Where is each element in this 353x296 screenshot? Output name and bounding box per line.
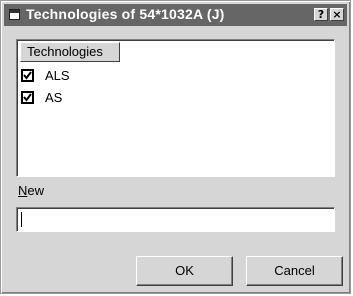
- help-button[interactable]: ?: [314, 8, 328, 21]
- checkmark-icon: [23, 71, 32, 80]
- ok-button[interactable]: OK: [136, 256, 233, 286]
- close-button[interactable]: ×: [330, 8, 344, 21]
- new-label-rest: ew: [27, 183, 45, 198]
- title-bar[interactable]: Technologies of 54*1032A (J) ? ×: [4, 4, 347, 26]
- list-item-als[interactable]: ALS: [21, 68, 221, 85]
- technologies-dialog: Technologies of 54*1032A (J) ? × Technol…: [0, 0, 351, 294]
- new-field-label: New: [18, 183, 44, 198]
- text-caret: [21, 212, 22, 227]
- checkbox-als[interactable]: [21, 69, 34, 82]
- column-header-technologies[interactable]: Technologies: [20, 42, 120, 62]
- new-technology-input[interactable]: [16, 207, 335, 232]
- list-item-label: AS: [45, 90, 63, 105]
- list-item-label: ALS: [45, 68, 70, 83]
- checkmark-icon: [23, 93, 32, 102]
- checkbox-as[interactable]: [21, 91, 34, 104]
- window-title: Technologies of 54*1032A (J): [26, 6, 225, 22]
- window-icon[interactable]: [9, 9, 20, 20]
- cancel-button[interactable]: Cancel: [246, 256, 343, 286]
- technologies-list[interactable]: Technologies ALS AS: [16, 39, 335, 177]
- new-label-accelerator: N: [18, 183, 28, 198]
- list-item-as[interactable]: AS: [21, 90, 221, 107]
